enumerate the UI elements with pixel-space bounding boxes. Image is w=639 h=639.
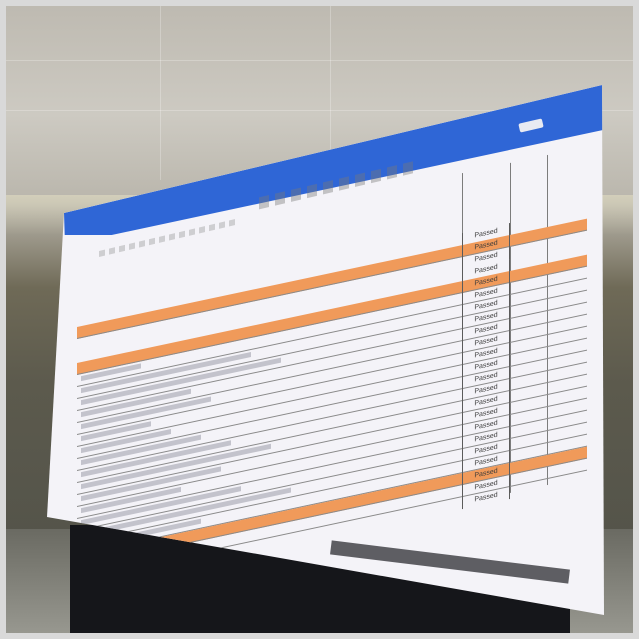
projection-screen: Passed Passed Passed Passed Passed Passe… <box>47 85 607 615</box>
spreadsheet-window: Passed Passed Passed Passed Passed Passe… <box>47 85 604 615</box>
photo-scene: Passed Passed Passed Passed Passed Passe… <box>0 0 639 639</box>
row-text <box>81 551 161 574</box>
ceiling-grid-line <box>0 60 639 61</box>
